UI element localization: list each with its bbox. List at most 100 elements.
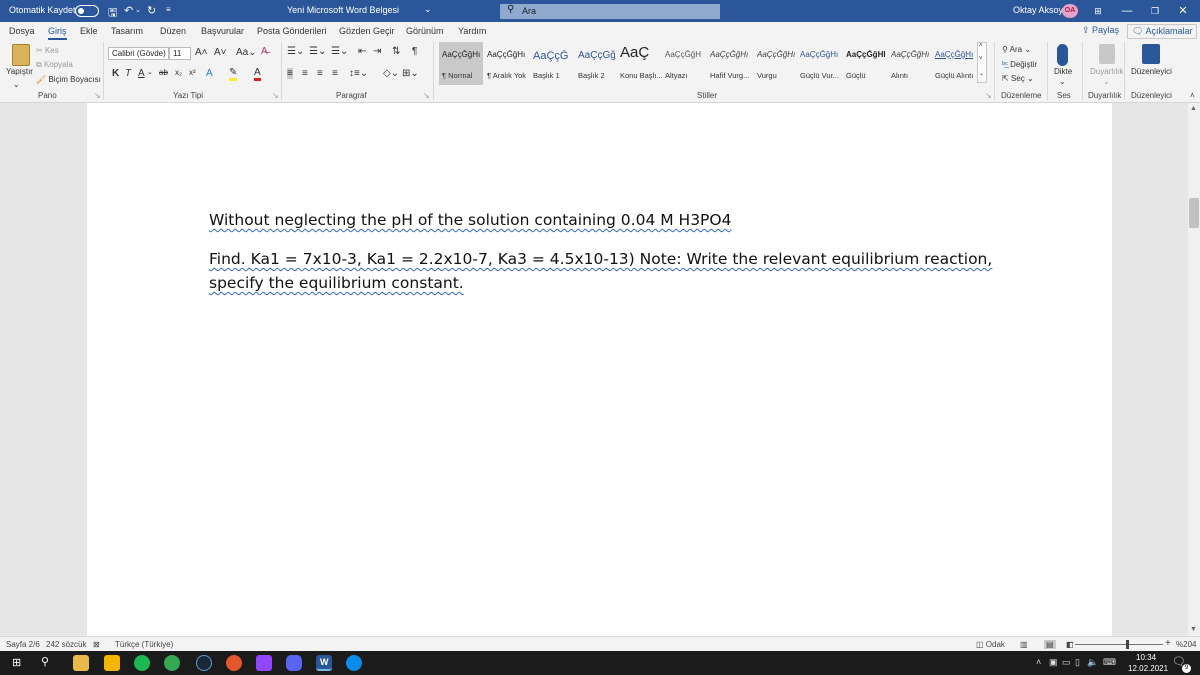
gallery-up-icon[interactable]: ˄ bbox=[979, 43, 983, 49]
tab-layout[interactable]: Düzen bbox=[160, 26, 186, 36]
style-item[interactable]: AaÇçĞğHı ¶ Aralık Yok bbox=[484, 42, 529, 85]
zoom-slider-thumb[interactable] bbox=[1126, 640, 1129, 649]
tab-home[interactable]: Giriş bbox=[48, 26, 67, 40]
underline-dropdown-icon[interactable]: ⌄ bbox=[147, 68, 153, 76]
twitch-icon[interactable] bbox=[256, 655, 272, 671]
multilevel-list-icon[interactable]: ☰⌄ bbox=[331, 46, 348, 57]
styles-gallery-scroll[interactable]: ˄ ˅ ⌄ bbox=[977, 42, 987, 83]
style-item[interactable]: AaÇ Konu Başlı... bbox=[617, 42, 663, 85]
style-item[interactable]: AaÇçĞğh Başlık 2 bbox=[575, 42, 616, 85]
minimize-icon[interactable]: — bbox=[1117, 3, 1137, 19]
italic-icon[interactable]: T bbox=[125, 68, 131, 79]
proofing-icon[interactable]: ⊠ bbox=[93, 640, 100, 649]
change-case-icon[interactable]: Aa⌄ bbox=[236, 47, 257, 58]
styles-launcher-icon[interactable]: ↘ bbox=[985, 91, 992, 100]
style-item[interactable]: AaÇçĞğHı Güçlü Vur... bbox=[797, 42, 842, 85]
style-item[interactable]: AaÇçĞğHı Hafif Vurg... bbox=[707, 42, 753, 85]
paragraph-launcher-icon[interactable]: ↘ bbox=[423, 91, 430, 100]
share-button[interactable]: ⇪ Paylaş bbox=[1082, 25, 1119, 36]
editor-icon[interactable] bbox=[1142, 44, 1160, 64]
clock-date[interactable]: 12.02.2021 bbox=[1128, 664, 1168, 673]
sticky-notes-icon[interactable] bbox=[104, 655, 120, 671]
dictate-button[interactable]: Dikte bbox=[1054, 67, 1072, 76]
strikethrough-icon[interactable]: ab bbox=[159, 68, 168, 77]
tab-review[interactable]: Gözden Geçir bbox=[339, 26, 395, 36]
close-icon[interactable]: ✕ bbox=[1173, 3, 1193, 19]
comments-button[interactable]: 🗨 Açıklamalar bbox=[1127, 24, 1198, 39]
tray-chevron-icon[interactable]: ˄ bbox=[1036, 657, 1041, 667]
bold-icon[interactable]: K bbox=[112, 68, 119, 79]
font-launcher-icon[interactable]: ↘ bbox=[272, 91, 279, 100]
windows-start-icon[interactable]: ⊞ bbox=[12, 656, 21, 669]
font-size-combo[interactable]: 11 bbox=[169, 47, 191, 60]
paste-icon[interactable] bbox=[12, 44, 30, 66]
title-dropdown-icon[interactable]: ⌄ bbox=[424, 4, 432, 15]
tab-insert[interactable]: Ekle bbox=[80, 26, 98, 36]
grow-font-icon[interactable]: A˄ bbox=[195, 47, 208, 58]
sensitivity-icon[interactable] bbox=[1099, 44, 1115, 64]
paste-button[interactable]: Yapıştır bbox=[6, 67, 33, 76]
shrink-font-icon[interactable]: A˅ bbox=[214, 47, 227, 58]
microphone-icon[interactable] bbox=[1057, 44, 1068, 66]
zoom-in-button[interactable]: + bbox=[1165, 638, 1171, 649]
search-box[interactable]: ⚲ Ara bbox=[500, 4, 720, 19]
gallery-down-icon[interactable]: ˅ bbox=[979, 56, 983, 62]
select-button[interactable]: ⇱ Seç ⌄ bbox=[1002, 74, 1034, 83]
style-item[interactable]: AaÇçĞğHı Güçlü Alıntı bbox=[932, 42, 976, 85]
underline-icon[interactable]: A bbox=[138, 68, 145, 79]
page-counter[interactable]: Sayfa 2/6 bbox=[6, 640, 40, 649]
show-formatting-icon[interactable]: ¶ bbox=[412, 46, 417, 57]
tab-design[interactable]: Tasarım bbox=[111, 26, 143, 36]
collapse-ribbon-icon[interactable]: ˄ bbox=[1190, 91, 1195, 100]
style-item[interactable]: AaÇçĞğHı ¶ Normal bbox=[439, 42, 483, 85]
clear-formatting-icon[interactable]: A̶ bbox=[261, 46, 268, 57]
origin-icon[interactable] bbox=[226, 655, 242, 671]
avatar[interactable]: OA bbox=[1062, 4, 1078, 18]
document-line[interactable]: Without neglecting the pH of the solutio… bbox=[209, 211, 731, 229]
spotify-icon[interactable] bbox=[134, 655, 150, 671]
find-button[interactable]: ⚲ Ara ⌄ bbox=[1002, 45, 1031, 54]
align-center-icon[interactable]: ≡ bbox=[302, 68, 308, 79]
file-explorer-icon[interactable] bbox=[73, 655, 89, 671]
gallery-more-icon[interactable]: ⌄ bbox=[979, 70, 984, 77]
sensitivity-dropdown-icon[interactable]: ⌄ bbox=[1103, 77, 1110, 86]
undo-dropdown-icon[interactable]: ⌄ bbox=[135, 6, 141, 14]
language-label[interactable]: Türkçe (Türkiye) bbox=[115, 640, 173, 649]
undo-icon[interactable]: ↶ bbox=[124, 4, 133, 17]
style-item[interactable]: AaÇçĞ Başlık 1 bbox=[530, 42, 574, 85]
highlight-icon[interactable]: ✎ bbox=[229, 68, 238, 81]
font-name-combo[interactable]: Calibri (Gövde) bbox=[108, 47, 169, 60]
sensitivity-button[interactable]: Duyarlılık bbox=[1090, 67, 1123, 76]
scroll-up-icon[interactable]: ▲ bbox=[1190, 105, 1197, 112]
text-effects-icon[interactable]: A bbox=[206, 68, 213, 79]
zoom-slider[interactable] bbox=[1075, 644, 1163, 645]
tab-references[interactable]: Başvurular bbox=[201, 26, 244, 36]
style-item[interactable]: AaÇçĞğHı Alıntı bbox=[888, 42, 931, 85]
style-item[interactable]: AaÇçĞğHı Vurgu bbox=[754, 42, 796, 85]
editor-button[interactable]: Düzenleyici bbox=[1131, 67, 1172, 76]
style-item[interactable]: AaÇçĞğH Altyazı bbox=[662, 42, 706, 85]
edge-icon[interactable] bbox=[346, 655, 362, 671]
shading-icon[interactable]: ◇⌄ bbox=[383, 68, 399, 79]
battery-icon[interactable]: ▯ bbox=[1075, 657, 1080, 668]
word-icon[interactable]: W bbox=[316, 655, 332, 671]
paste-dropdown-icon[interactable]: ⌄ bbox=[13, 80, 20, 89]
print-layout-icon[interactable]: ▤ bbox=[1044, 640, 1056, 649]
clipboard-launcher-icon[interactable]: ↘ bbox=[94, 91, 101, 100]
numbering-icon[interactable]: ☰⌄ bbox=[309, 46, 326, 57]
copy-button[interactable]: ⧉ Kopyala bbox=[36, 60, 73, 70]
align-left-icon[interactable]: ≡ bbox=[287, 68, 293, 79]
document-title[interactable]: Yeni Microsoft Word Belgesi bbox=[287, 5, 399, 15]
zoom-out-button[interactable]: − bbox=[1068, 638, 1074, 649]
document-page[interactable]: Without neglecting the pH of the solutio… bbox=[87, 103, 1112, 636]
autosave-toggle[interactable] bbox=[75, 5, 99, 17]
increase-indent-icon[interactable]: ⇥ bbox=[373, 46, 381, 57]
clock-time[interactable]: 10:34 bbox=[1136, 653, 1156, 662]
network-icon[interactable]: ▭ bbox=[1062, 657, 1071, 668]
restore-icon[interactable]: ❐ bbox=[1145, 3, 1165, 19]
tab-mailings[interactable]: Posta Gönderileri bbox=[257, 26, 327, 36]
align-right-icon[interactable]: ≡ bbox=[317, 68, 323, 79]
scroll-down-icon[interactable]: ▼ bbox=[1190, 626, 1197, 633]
line-spacing-icon[interactable]: ↕≡⌄ bbox=[349, 68, 368, 79]
tab-help[interactable]: Yardım bbox=[458, 26, 486, 36]
